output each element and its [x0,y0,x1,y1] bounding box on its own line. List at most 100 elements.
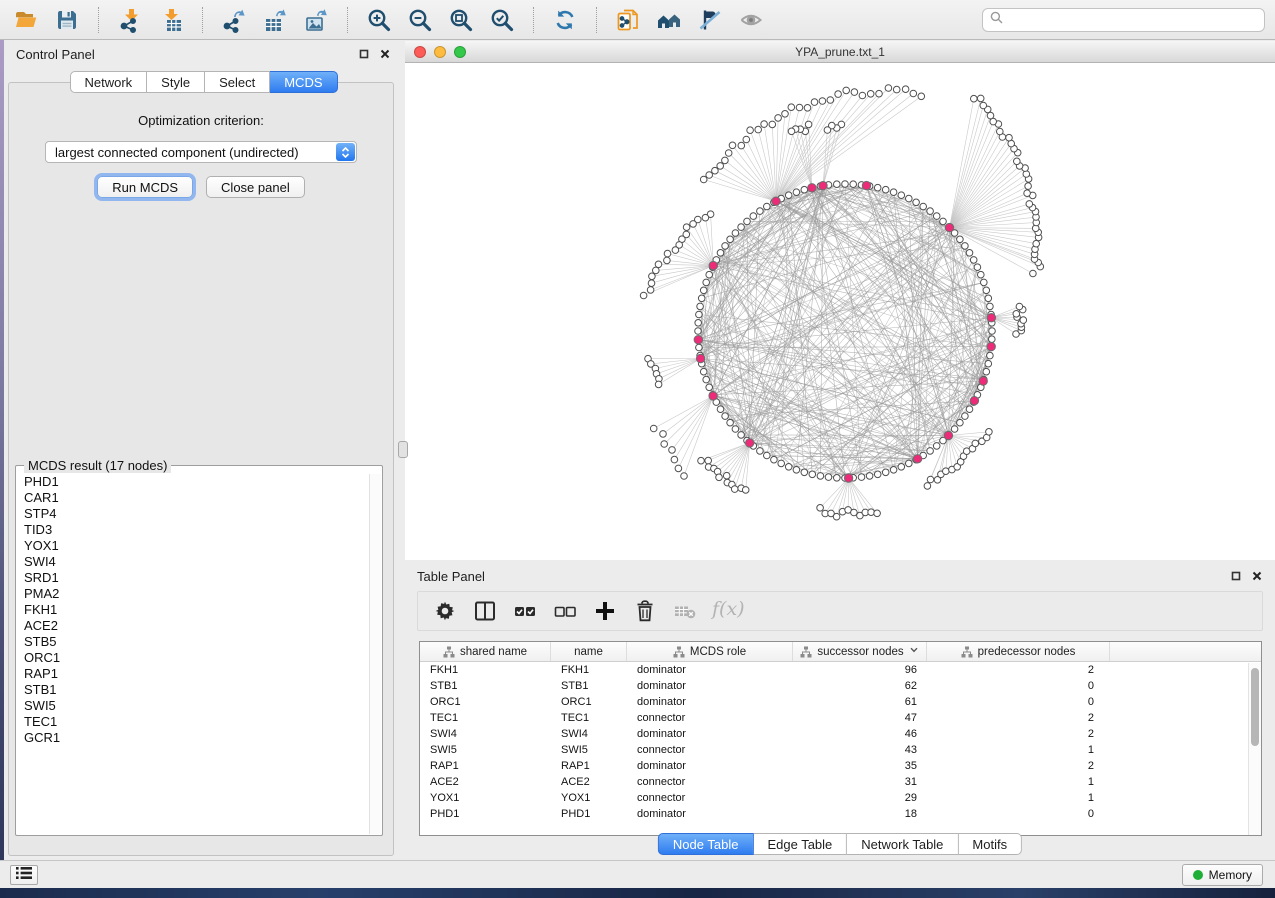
select-all-button[interactable] [511,597,539,625]
hide-selected-button[interactable] [694,4,726,36]
mcds-list-scrollbar[interactable] [369,474,381,834]
tab-style[interactable]: Style [147,71,205,93]
mcds-result-item[interactable]: SWI5 [17,698,369,714]
desktop-wallpaper-bottom [0,888,1275,898]
table-scrollbar[interactable] [1248,663,1261,835]
table-row[interactable]: ACE2ACE2connector311 [420,774,1261,790]
new-network-from-selection-button[interactable] [612,4,644,36]
table-cell: 61 [793,696,927,708]
control-panel-title: Control Panel [16,47,95,62]
select-stepper-icon [336,143,355,161]
table-row[interactable]: RAP1RAP1dominator352 [420,758,1261,774]
table-cell: STB1 [551,680,627,692]
mcds-result-list[interactable]: PHD1CAR1STP4TID3YOX1SWI4SRD1PMA2FKH1ACE2… [17,474,369,834]
tab-select[interactable]: Select [205,71,270,93]
column-label: shared name [460,646,527,658]
column-header-MCDS-role[interactable]: MCDS role [627,642,793,661]
tab-node-table[interactable]: Node Table [658,833,754,855]
table-options-button[interactable] [431,597,459,625]
column-header-successor-nodes[interactable]: successor nodes [793,642,927,661]
tab-motifs[interactable]: Motifs [958,833,1022,855]
export-network-button[interactable] [218,4,250,36]
tab-network[interactable]: Network [69,71,147,93]
column-header-name[interactable]: name [551,642,627,661]
export-image-button[interactable] [300,4,332,36]
table-cell: 1 [927,776,1110,788]
mcds-result-item[interactable]: STB1 [17,682,369,698]
zoom-out-button[interactable] [404,4,436,36]
mcds-result-item[interactable]: YOX1 [17,538,369,554]
toolbar-separator [347,7,348,33]
mcds-result-item[interactable]: ACE2 [17,618,369,634]
table-row[interactable]: STB1STB1dominator620 [420,678,1261,694]
node-table-body: FKH1FKH1dominator962STB1STB1dominator620… [420,662,1261,822]
table-row[interactable]: YOX1YOX1connector291 [420,790,1261,806]
save-icon [54,7,80,33]
mcds-result-item[interactable]: PMA2 [17,586,369,602]
zoom-in-button[interactable] [363,4,395,36]
import-table-from-file-button[interactable] [155,4,187,36]
mcds-result-item[interactable]: FKH1 [17,602,369,618]
tab-network-table[interactable]: Network Table [847,833,958,855]
close-panel-icon[interactable] [1251,570,1263,582]
run-mcds-button[interactable]: Run MCDS [97,176,193,198]
control-panel-tabs: NetworkStyleSelectMCDS [69,71,337,93]
column-tree-icon [443,646,455,658]
network-graph[interactable] [405,63,1275,560]
tab-mcds[interactable]: MCDS [270,71,337,93]
mcds-result-item[interactable]: SWI4 [17,554,369,570]
table-row[interactable]: PHD1PHD1dominator180 [420,806,1261,822]
open-file-button[interactable] [10,4,42,36]
mcds-result-item[interactable]: TEC1 [17,714,369,730]
mcds-result-item[interactable]: STP4 [17,506,369,522]
mcds-result-item[interactable]: PHD1 [17,474,369,490]
plus-icon [592,598,618,624]
network-canvas[interactable] [405,63,1275,560]
table-cell: SWI5 [551,744,627,756]
mcds-result-item[interactable]: STB5 [17,634,369,650]
sort-desc-icon [909,645,919,658]
float-panel-icon[interactable] [1230,570,1242,582]
float-panel-icon[interactable] [358,48,370,60]
optimization-criterion-select[interactable]: largest connected component (undirected) [45,141,357,163]
mcds-result-item[interactable]: CAR1 [17,490,369,506]
criterion-selected-value: largest connected component (undirected) [55,145,299,160]
table-row[interactable]: FKH1FKH1dominator962 [420,662,1261,678]
table-scrollbar-thumb[interactable] [1251,668,1259,746]
export-table-button[interactable] [259,4,291,36]
close-panel-button[interactable]: Close panel [206,176,305,198]
tab-edge-table[interactable]: Edge Table [753,833,847,855]
deselect-all-button[interactable] [551,597,579,625]
table-cell: TEC1 [551,712,627,724]
create-new-column-button[interactable] [591,597,619,625]
close-panel-icon[interactable] [379,48,391,60]
search-input[interactable] [1009,13,1257,27]
search-box[interactable] [982,8,1265,32]
delete-columns-button[interactable] [631,597,659,625]
show-hide-columns-button[interactable] [471,597,499,625]
save-session-button[interactable] [51,4,83,36]
memory-button[interactable]: Memory [1182,864,1263,886]
import-network-from-file-button[interactable] [114,4,146,36]
status-list-button[interactable] [10,865,38,885]
select-all-icon [512,598,538,624]
trash-icon [632,598,658,624]
table-row[interactable]: SWI4SWI4dominator462 [420,726,1261,742]
zoom-selected-button[interactable] [486,4,518,36]
mcds-result-item[interactable]: RAP1 [17,666,369,682]
column-label: predecessor nodes [978,646,1076,658]
fit-content-button[interactable] [445,4,477,36]
mcds-result-item[interactable]: TID3 [17,522,369,538]
column-header-shared-name[interactable]: shared name [420,642,551,661]
table-row[interactable]: ORC1ORC1dominator610 [420,694,1261,710]
mcds-result-item[interactable]: ORC1 [17,650,369,666]
first-neighbors-of-selected-button[interactable] [653,4,685,36]
table-row[interactable]: TEC1TEC1connector472 [420,710,1261,726]
mcds-result-item[interactable]: SRD1 [17,570,369,586]
mcds-result-item[interactable]: GCR1 [17,730,369,746]
column-header-predecessor-nodes[interactable]: predecessor nodes [927,642,1110,661]
split-pane-handle[interactable] [398,441,408,458]
table-cell: STB1 [420,680,551,692]
update-network-button[interactable] [549,4,581,36]
table-row[interactable]: SWI5SWI5connector431 [420,742,1261,758]
